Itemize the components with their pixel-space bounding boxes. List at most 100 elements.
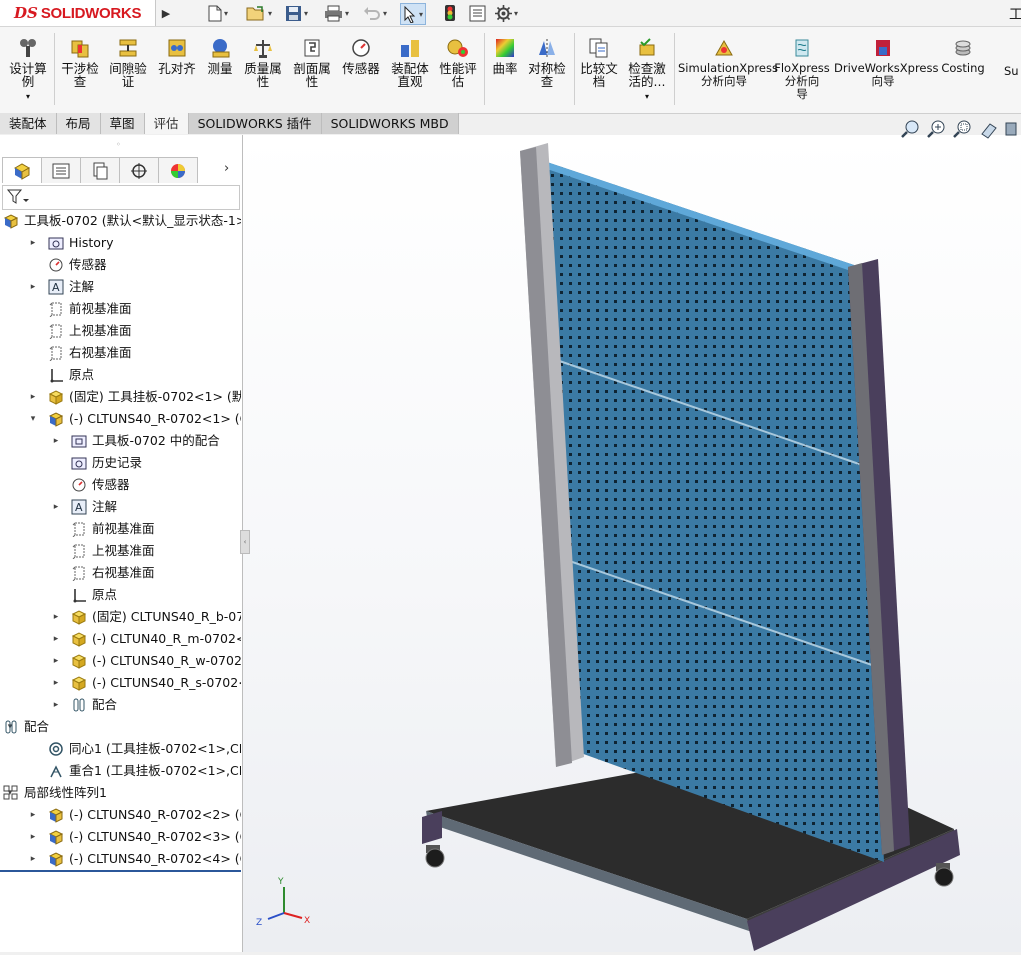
chevron-down-icon[interactable]: ▾ — [26, 92, 30, 101]
sustainability-button[interactable]: Su — [1004, 37, 1021, 78]
tree-item[interactable]: 上视基准面 — [0, 540, 241, 562]
tree-expander-icon[interactable]: ▾ — [28, 408, 38, 430]
tree-item[interactable]: ▸ (-) CLTUNS40_R-0702<3> (CL — [0, 826, 241, 848]
curvature-button[interactable]: 曲率 — [488, 37, 522, 75]
tree-item[interactable]: 同心1 (工具挂板-0702<1>,CLT — [0, 738, 241, 760]
solidworks-logo[interactable]: DS SOLIDWORKS — [0, 0, 156, 26]
tab-sketch[interactable]: 草图 — [100, 113, 145, 134]
new-button[interactable]: ▾ — [208, 3, 228, 23]
tab-solidworks-addins[interactable]: SOLIDWORKS 插件 — [188, 113, 322, 134]
previous-view-icon[interactable] — [953, 119, 973, 139]
tree-item[interactable]: 上视基准面 — [0, 320, 241, 342]
tree-item[interactable]: ▾ (-) CLTUNS40_R-0702<1> (CLTUN — [0, 408, 241, 430]
tree-expander-icon[interactable]: ▸ — [51, 430, 61, 452]
section-view-icon[interactable] — [979, 119, 999, 139]
graphics-viewport[interactable]: Y X Z — [242, 135, 1021, 952]
open-button[interactable]: ▾ — [246, 3, 272, 23]
options-button[interactable]: ▾ — [495, 3, 518, 23]
chevron-down-icon[interactable]: ▾ — [514, 9, 518, 18]
sensor-button[interactable]: 传感器 — [339, 37, 383, 75]
display-manager-tab[interactable] — [158, 157, 198, 183]
hole-alignment-button[interactable]: 孔对齐 — [155, 37, 199, 75]
tree-item[interactable]: ▸ (-) CLTUNS40_R_s-0702<1> ( — [0, 672, 241, 694]
tree-item[interactable]: ▸ 工具板-0702 中的配合 — [0, 430, 241, 452]
model-view[interactable]: Y X Z — [242, 135, 1021, 952]
chevron-down-icon[interactable]: ▾ — [419, 10, 423, 19]
design-study-button[interactable]: 设计算 例 ▾ — [6, 37, 50, 103]
tree-expander-icon[interactable]: ▸ — [28, 232, 38, 254]
tab-evaluate[interactable]: 评估 — [144, 113, 189, 134]
tree-item[interactable]: 工具板-0702 (默认<默认_显示状态-1>) — [0, 210, 241, 232]
tree-item[interactable]: 原点 — [0, 584, 241, 606]
tree-item[interactable]: 前视基准面 — [0, 518, 241, 540]
chevron-down-icon[interactable]: ▾ — [304, 9, 308, 18]
tree-item[interactable]: 原点 — [0, 364, 241, 386]
feature-manager-tab[interactable] — [2, 157, 42, 183]
tab-assembly[interactable]: 装配体 — [0, 113, 57, 134]
tree-filter-box[interactable] — [2, 185, 240, 210]
tree-item[interactable]: 传感器 — [0, 254, 241, 276]
panel-collapse-handle[interactable]: ‹ — [240, 530, 250, 554]
chevron-down-icon[interactable]: ▾ — [268, 9, 272, 18]
costing-button[interactable]: Costing — [937, 37, 989, 75]
tree-item[interactable]: 右视基准面 — [0, 562, 241, 584]
chevron-down-icon[interactable]: ▾ — [645, 92, 649, 101]
floxpress-button[interactable]: FloXpress 分析向 导 — [773, 37, 831, 101]
undo-button[interactable]: ▾ — [363, 3, 387, 23]
file-properties-button[interactable] — [469, 3, 486, 23]
tree-item[interactable]: ▸ (-) CLTUNS40_R-0702<2> (CL — [0, 804, 241, 826]
panel-grip-icon[interactable]: ◦ — [116, 140, 121, 149]
tree-expander-icon[interactable]: ▸ — [28, 848, 38, 870]
chevron-down-icon[interactable]: ▾ — [224, 9, 228, 18]
dimxpert-manager-tab[interactable] — [119, 157, 159, 183]
tree-item[interactable]: ▸ (-) CLTUN40_R_m-0702<1> ( — [0, 628, 241, 650]
compare-documents-button[interactable]: 比较文 档 — [576, 37, 622, 88]
tree-item[interactable]: ▸ (固定) 工具挂板-0702<1> (默认<< — [0, 386, 241, 408]
chevron-down-icon[interactable]: ▾ — [345, 9, 349, 18]
section-properties-button[interactable]: 剖面属 性 — [289, 37, 335, 88]
assembly-visualization-button[interactable]: 装配体 直观 — [386, 37, 434, 88]
tree-expander-icon[interactable]: ▸ — [28, 386, 38, 408]
tree-item[interactable]: ▾ 局部线性阵列1 — [0, 782, 241, 804]
tree-expander-icon[interactable]: ▸ — [51, 606, 61, 628]
tree-item[interactable]: 前视基准面 — [0, 298, 241, 320]
symmetry-check-button[interactable]: 对称检 查 — [524, 37, 570, 88]
tree-item[interactable]: ▸ (-) CLTUNS40_R-0702<4> (CL — [0, 848, 241, 870]
tab-layout[interactable]: 布局 — [56, 113, 101, 134]
mass-properties-button[interactable]: 质量属 性 — [240, 37, 286, 88]
check-active-button[interactable]: 检查激 活的... ▾ — [624, 37, 670, 103]
tree-item[interactable]: ▸ History — [0, 232, 241, 254]
clearance-verification-button[interactable]: 间隙验 证 — [106, 37, 150, 88]
tree-item[interactable]: 重合1 (工具挂板-0702<1>,CLT — [0, 760, 241, 782]
tree-item[interactable]: ▸ (固定) CLTUNS40_R_b-0702<1 — [0, 606, 241, 628]
menu-expand-icon[interactable]: ▶ — [158, 4, 174, 22]
tree-expander-icon[interactable]: ▸ — [51, 496, 61, 518]
performance-evaluation-button[interactable]: 性能评 估 — [436, 37, 480, 88]
zoom-to-fit-icon[interactable] — [901, 119, 921, 139]
select-button[interactable]: ▾ — [400, 3, 427, 25]
tree-expander-icon[interactable]: ▸ — [28, 804, 38, 826]
chevron-down-icon[interactable]: ▾ — [383, 9, 387, 18]
tree-item[interactable]: 传感器 — [0, 474, 241, 496]
tree-expander-icon[interactable]: ▸ — [51, 650, 61, 672]
tree-item[interactable]: ▸ A 注解 — [0, 276, 241, 298]
tree-expander-icon[interactable]: ▸ — [51, 672, 61, 694]
tree-item[interactable]: ▸ A 注解 — [0, 496, 241, 518]
tree-expander-icon[interactable]: ▸ — [51, 694, 61, 716]
print-button[interactable]: ▾ — [324, 3, 349, 23]
tree-item[interactable]: 历史记录 — [0, 452, 241, 474]
property-manager-tab[interactable] — [41, 157, 81, 183]
rebuild-button[interactable] — [444, 3, 456, 23]
tree-expander-icon[interactable]: ▸ — [28, 826, 38, 848]
simulationxpress-button[interactable]: SimulationXpress 分析向导 — [678, 37, 778, 88]
save-button[interactable]: ▾ — [285, 3, 308, 23]
tree-item[interactable]: ▾ 配合 — [0, 716, 241, 738]
driveworksxpress-button[interactable]: DriveWorksXpress 向导 — [834, 37, 938, 88]
view-orientation-icon[interactable] — [1005, 119, 1017, 139]
interference-check-button[interactable]: 干涉检 查 — [58, 37, 102, 88]
tree-expander-icon[interactable]: ▸ — [51, 628, 61, 650]
configuration-manager-tab[interactable] — [80, 157, 120, 183]
measure-button[interactable]: 测量 — [202, 37, 238, 75]
tree-expander-icon[interactable]: ▸ — [28, 276, 38, 298]
zoom-to-area-icon[interactable] — [927, 119, 947, 139]
